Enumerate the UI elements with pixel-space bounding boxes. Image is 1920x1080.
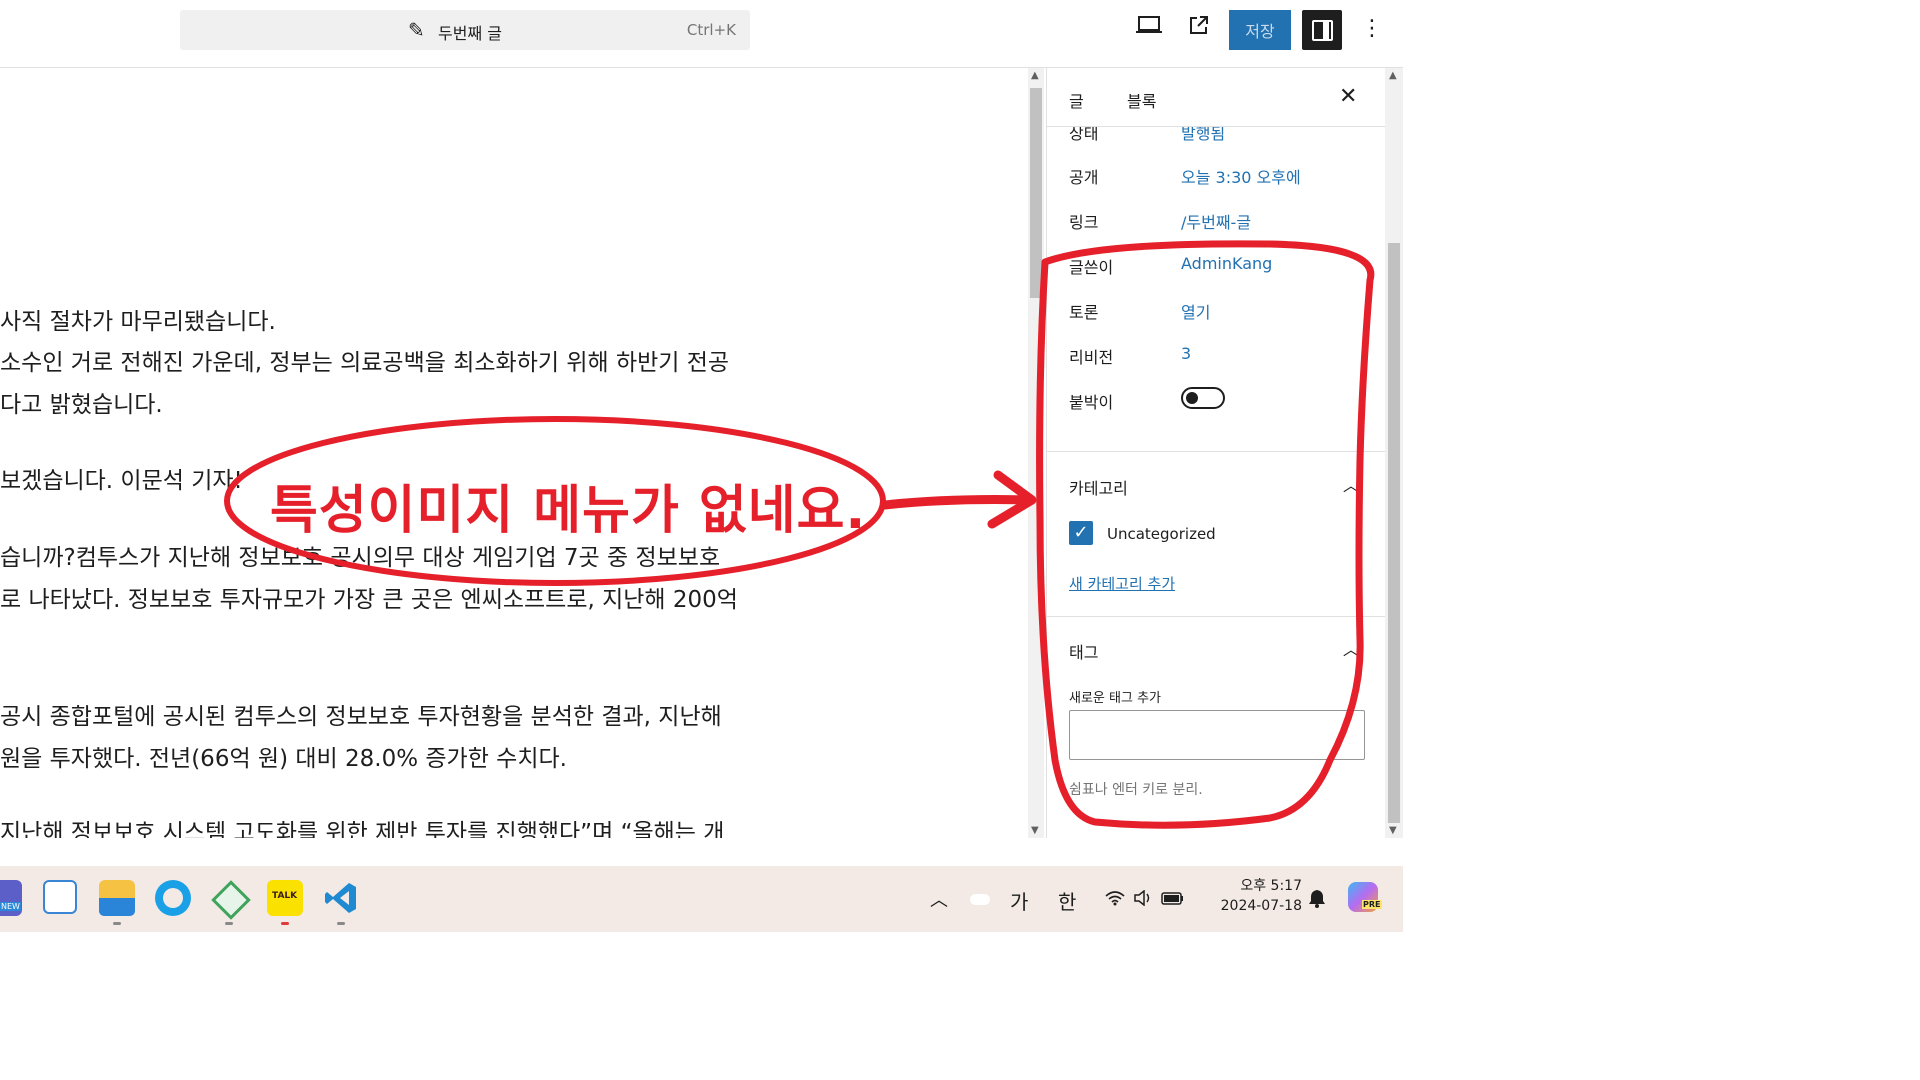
sticky-label: 붙박이 xyxy=(1069,393,1114,412)
paragraph-line[interactable]: 다고 밝혔습니다. xyxy=(0,385,163,419)
kakaotalk-icon[interactable]: TALK xyxy=(267,880,303,916)
category-checkbox[interactable]: ✓ xyxy=(1069,521,1093,545)
chevron-up-icon[interactable]: ︿ xyxy=(1343,636,1359,660)
teams-icon[interactable]: NEW xyxy=(0,880,22,916)
tag-help-text: 쉼표나 엔터 키로 분리. xyxy=(1069,782,1203,798)
scroll-down-icon[interactable]: ▼ xyxy=(1031,825,1039,836)
scroll-down-icon[interactable]: ▼ xyxy=(1389,825,1397,836)
paragraph-line[interactable]: 보겠습니다. 이문석 기자! xyxy=(0,461,243,495)
editor-header: ✎ 두번째 글 Ctrl+K 저장 ⋮ xyxy=(0,0,1403,68)
wifi-icon[interactable] xyxy=(1105,890,1125,906)
windows-taskbar: NEW TALK ︿ 가 한 오후 5:17 2024-07-18 PRE xyxy=(0,866,1403,932)
chevron-up-icon[interactable]: ︿ xyxy=(1343,472,1359,496)
author-value[interactable]: AdminKang xyxy=(1181,254,1272,273)
paragraph-line[interactable]: 소수인 거로 전해진 가운데, 정부는 의료공백을 최소화하기 위해 하반기 전… xyxy=(0,343,729,377)
running-indicator xyxy=(113,922,121,925)
category-label: Uncategorized xyxy=(1107,525,1216,543)
save-button[interactable]: 저장 xyxy=(1229,10,1291,50)
vscode-icon[interactable] xyxy=(323,880,359,916)
paragraph-line[interactable]: 지난해 정보보호 시스템 고도화를 위한 제반 투자를 진행했다”며 “올해는 … xyxy=(0,813,724,838)
file-explorer-icon[interactable] xyxy=(99,880,135,916)
command-palette-button[interactable]: ✎ 두번째 글 Ctrl+K xyxy=(180,10,750,50)
volume-icon[interactable] xyxy=(1133,890,1153,906)
document-title: 두번째 글 xyxy=(438,24,502,43)
paragraph-line[interactable]: 원을 투자했다. 전년(66억 원) 대비 28.0% 증가한 수치다. xyxy=(0,739,567,773)
discussion-label: 토론 xyxy=(1069,303,1099,322)
battery-icon[interactable] xyxy=(1161,890,1185,906)
preview-badge: PRE xyxy=(1362,900,1382,909)
desktop-preview-icon[interactable] xyxy=(1134,14,1164,44)
categories-panel-title[interactable]: 카테고리 xyxy=(1069,475,1128,499)
system-clock[interactable]: 오후 5:17 2024-07-18 xyxy=(1212,876,1302,916)
link-label: 링크 xyxy=(1069,213,1099,232)
paragraph-line[interactable]: 공시 종합포털에 공시된 컴투스의 정보보호 투자현황을 분석한 결과, 지난해 xyxy=(0,697,722,731)
ime-language-text[interactable]: 한 xyxy=(1058,886,1076,915)
weather-icon[interactable] xyxy=(970,894,990,905)
running-indicator xyxy=(225,922,233,925)
revisions-label: 리비전 xyxy=(1069,348,1114,367)
author-label: 글쓴이 xyxy=(1069,258,1114,277)
notification-bell-icon[interactable] xyxy=(1308,888,1326,908)
annotation-text: 특성이미지 메뉴가 없네요. xyxy=(270,481,867,541)
tab-block[interactable]: 블록 xyxy=(1127,88,1156,112)
divider xyxy=(1047,616,1385,617)
divider xyxy=(1047,451,1385,452)
scroll-up-icon[interactable]: ▲ xyxy=(1031,70,1039,81)
close-icon[interactable]: ✕ xyxy=(1339,84,1357,109)
clock-date: 2024-07-18 xyxy=(1220,898,1302,914)
git-icon[interactable] xyxy=(211,880,251,920)
tab-post[interactable]: 글 xyxy=(1069,88,1084,112)
external-link-icon[interactable] xyxy=(1184,14,1214,44)
sidebar-toggle-icon[interactable] xyxy=(1302,10,1342,50)
publish-date-value[interactable]: 오늘 3:30 오후에 xyxy=(1181,164,1301,188)
new-badge: NEW xyxy=(0,902,21,911)
discussion-value[interactable]: 열기 xyxy=(1181,299,1210,323)
scroll-up-icon[interactable]: ▲ xyxy=(1389,70,1397,81)
running-indicator xyxy=(337,922,345,925)
running-indicator xyxy=(281,922,289,925)
whiteboard-icon[interactable] xyxy=(43,880,77,914)
talk-badge: TALK xyxy=(272,891,298,901)
paragraph-line[interactable]: 사직 절차가 마무리됐습니다. xyxy=(0,302,276,336)
settings-sidebar: 글 블록 ✕ 상태 발행됨 공개 오늘 3:30 오후에 링크 /두번째-글 글… xyxy=(1046,68,1385,838)
paragraph-line[interactable]: 습니까?컴투스가 지난해 정보보호 공시의무 대상 게임기업 7곳 중 정보보호 xyxy=(0,538,720,572)
sticky-toggle[interactable] xyxy=(1181,387,1225,409)
sidebar-scrollbar[interactable]: ▲ ▼ xyxy=(1385,68,1403,838)
clock-time: 오후 5:17 xyxy=(1240,878,1302,894)
shortcut-hint: Ctrl+K xyxy=(686,21,736,39)
revisions-value[interactable]: 3 xyxy=(1181,344,1191,363)
show-hidden-icons-icon[interactable]: ︿ xyxy=(930,886,948,912)
scrollbar-thumb[interactable] xyxy=(1030,88,1042,298)
tags-panel-title[interactable]: 태그 xyxy=(1069,639,1098,663)
tag-input-label: 새로운 태그 추가 xyxy=(1069,691,1161,706)
paragraph-line[interactable]: 로 나타났다. 정보보호 투자규모가 가장 큰 곳은 엔씨소프트로, 지난해 2… xyxy=(0,580,738,614)
tag-input[interactable] xyxy=(1069,710,1365,760)
add-category-link[interactable]: 새 카테고리 추가 xyxy=(1069,573,1175,594)
editor-scrollbar[interactable]: ▲ ▼ xyxy=(1028,68,1044,838)
ime-mode-text[interactable]: 가 xyxy=(1010,886,1028,915)
permalink-value[interactable]: /두번째-글 xyxy=(1181,209,1251,233)
editor-canvas[interactable]: 사직 절차가 마무리됐습니다. 소수인 거로 전해진 가운데, 정부는 의료공백… xyxy=(0,68,1028,838)
visibility-label: 공개 xyxy=(1069,168,1099,187)
sidebar-tabs: 글 블록 ✕ xyxy=(1047,68,1385,127)
more-options-icon[interactable]: ⋮ xyxy=(1360,14,1384,44)
edge-icon[interactable] xyxy=(155,880,191,916)
pen-icon: ✎ xyxy=(408,18,425,42)
copilot-icon[interactable]: PRE xyxy=(1348,882,1382,912)
scrollbar-thumb[interactable] xyxy=(1388,243,1400,823)
